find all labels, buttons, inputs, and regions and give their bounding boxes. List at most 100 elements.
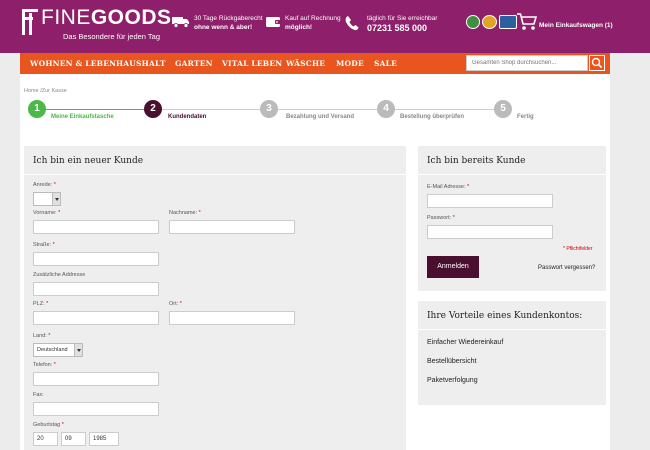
email-label-text: E-Mail Adresse: xyxy=(427,184,466,190)
fax-input[interactable] xyxy=(33,402,159,416)
logo[interactable]: FINEGOODS Das Besondere für jeden Tag xyxy=(22,6,171,41)
vorname-label-text: Vorname: xyxy=(33,210,57,216)
benefits-title: Ihre Vorteile eines Kundenkontos: xyxy=(427,311,583,321)
new-customer-panel: Ich bin ein neuer Kunde Anrede: * Vornam… xyxy=(24,146,406,450)
vorname-label: Vorname: * xyxy=(33,210,60,216)
password-label: Passwort: * xyxy=(427,215,455,221)
usp-returns-line2: ohne wenn & aber! xyxy=(194,24,253,31)
payment-seal-icon[interactable] xyxy=(499,15,517,29)
ort-input[interactable] xyxy=(169,311,295,325)
strasse-input[interactable] xyxy=(33,252,159,266)
usp-invoice-line1: Kauf auf Rechnung xyxy=(285,15,341,22)
nav-item-vital-leben[interactable]: VITAL LEBEN xyxy=(222,59,282,68)
land-label-text: Land: xyxy=(33,333,47,339)
search-icon xyxy=(591,57,603,69)
land-select-value: Deutschland xyxy=(37,347,68,353)
usp-invoice-line2: möglich! xyxy=(285,24,313,31)
benefits-panel: Ihre Vorteile eines Kundenkontos: Einfac… xyxy=(418,301,606,405)
nachname-input[interactable] xyxy=(169,220,295,234)
logo-text-thin: FINE xyxy=(41,6,91,29)
required-marker: * xyxy=(467,184,470,190)
panel-divider xyxy=(418,329,606,330)
logo-text: FINEGOODS xyxy=(41,6,172,30)
site-header: FINEGOODS Das Besondere für jeden Tag 30… xyxy=(0,0,650,53)
usp-returns-line1: 30 Tage Rückgaberecht xyxy=(194,15,263,22)
panel-divider xyxy=(418,174,606,175)
required-marker: * xyxy=(179,301,182,307)
email-field[interactable] xyxy=(427,194,553,208)
logo-text-bold: GOODS xyxy=(90,6,172,29)
password-field[interactable] xyxy=(427,225,553,239)
logo-mark-icon xyxy=(22,9,38,35)
breadcrumb[interactable]: Home /Zur Kasse xyxy=(24,88,67,94)
nav-item-mode[interactable]: MODE xyxy=(336,59,364,68)
phone-number[interactable]: 07231 585 000 xyxy=(367,23,437,34)
ort-label-text: Ort: xyxy=(169,301,179,307)
login-button[interactable]: Anmelden xyxy=(427,256,479,278)
telefon-label: Telefon: * xyxy=(33,362,56,368)
nav-item-waesche[interactable]: WÄSCHE xyxy=(286,59,325,68)
nav-item-garten[interactable]: GARTEN xyxy=(175,59,213,68)
search-input[interactable] xyxy=(466,55,588,71)
required-marker: * xyxy=(46,301,49,307)
benefit-item: Einfacher Wiedereinkauf xyxy=(427,339,504,346)
step-1-label[interactable]: Meine Einkaufstasche xyxy=(51,114,114,120)
land-label: Land: * xyxy=(33,333,50,339)
required-marker: * xyxy=(198,210,201,216)
strasse-label: Straße: * xyxy=(33,242,55,248)
step-5-label: Fertig xyxy=(517,114,534,120)
usp-phone-line1: täglich für Sie erreichbar xyxy=(367,15,438,22)
anrede-label-text: Anrede: xyxy=(33,182,53,188)
nachname-label: Nachname: * xyxy=(169,210,201,216)
nachname-label-text: Nachname: xyxy=(169,210,198,216)
panel-divider xyxy=(24,174,406,175)
step-connector-1 xyxy=(38,109,155,110)
anrede-select[interactable] xyxy=(33,192,61,206)
wallet-icon xyxy=(266,17,281,27)
main-nav: WOHNEN & LEBEN HAUSHALT GARTEN VITAL LEB… xyxy=(20,53,610,74)
truck-icon xyxy=(172,17,189,28)
shop-award-icon[interactable] xyxy=(482,15,497,29)
birth-year-input[interactable]: 1985 xyxy=(89,432,119,446)
ort-label: Ort: * xyxy=(169,301,182,307)
chevron-down-icon xyxy=(52,193,60,205)
plz-label-text: PLZ: xyxy=(33,301,45,307)
land-select[interactable]: Deutschland xyxy=(33,343,83,357)
required-marker: * xyxy=(53,362,56,368)
telefon-input[interactable] xyxy=(33,372,159,386)
step-4-label: Bestellung überprüfen xyxy=(400,114,465,120)
chevron-down-icon xyxy=(74,344,82,356)
nav-item-haushalt[interactable]: HAUSHALT xyxy=(116,59,166,68)
strasse-label-text: Straße: xyxy=(33,242,52,248)
nav-item-sale[interactable]: SALE xyxy=(374,59,397,68)
required-fields-note: * Pflichtfelder xyxy=(563,246,593,252)
cart-link[interactable]: Mein Einkaufswagen (1) xyxy=(517,13,613,36)
forgot-password-link[interactable]: Passwort vergessen? xyxy=(538,265,595,271)
step-3-label: Bezahlung und Versand xyxy=(286,114,355,120)
step-4-circle: 4 xyxy=(377,100,395,118)
benefit-item: Bestellübersicht xyxy=(427,358,477,365)
new-customer-title: Ich bin ein neuer Kunde xyxy=(33,156,144,166)
plz-label: PLZ: * xyxy=(33,301,48,307)
anrede-label: Anrede: * xyxy=(33,182,56,188)
cart-label: Mein Einkaufswagen (1) xyxy=(539,22,613,29)
trust-seal-icon[interactable] xyxy=(466,15,480,29)
zusatz-input[interactable] xyxy=(33,282,159,296)
email-label: E-Mail Adresse: * xyxy=(427,184,469,190)
shopping-cart-icon xyxy=(517,13,538,30)
required-marker: * xyxy=(61,422,64,428)
step-2-label: Kundendaten xyxy=(168,114,207,120)
fax-label: Fax: xyxy=(33,392,44,398)
search-button[interactable] xyxy=(589,55,605,71)
required-marker: * xyxy=(52,242,55,248)
step-5-circle: 5 xyxy=(494,100,512,118)
checkout-content: Home /Zur Kasse 1 Meine Einkaufstasche 2… xyxy=(20,74,610,450)
nav-item-wohnen-leben[interactable]: WOHNEN & LEBEN xyxy=(30,59,116,68)
step-connector-2 xyxy=(155,109,505,110)
required-marker: * xyxy=(48,333,51,339)
birth-month-input[interactable]: 09 xyxy=(61,432,86,446)
existing-customer-panel: Ich bin bereits Kunde E-Mail Adresse: * … xyxy=(418,146,606,291)
plz-input[interactable] xyxy=(33,311,159,325)
vorname-input[interactable] xyxy=(33,220,159,234)
birth-day-input[interactable]: 20 xyxy=(33,432,58,446)
